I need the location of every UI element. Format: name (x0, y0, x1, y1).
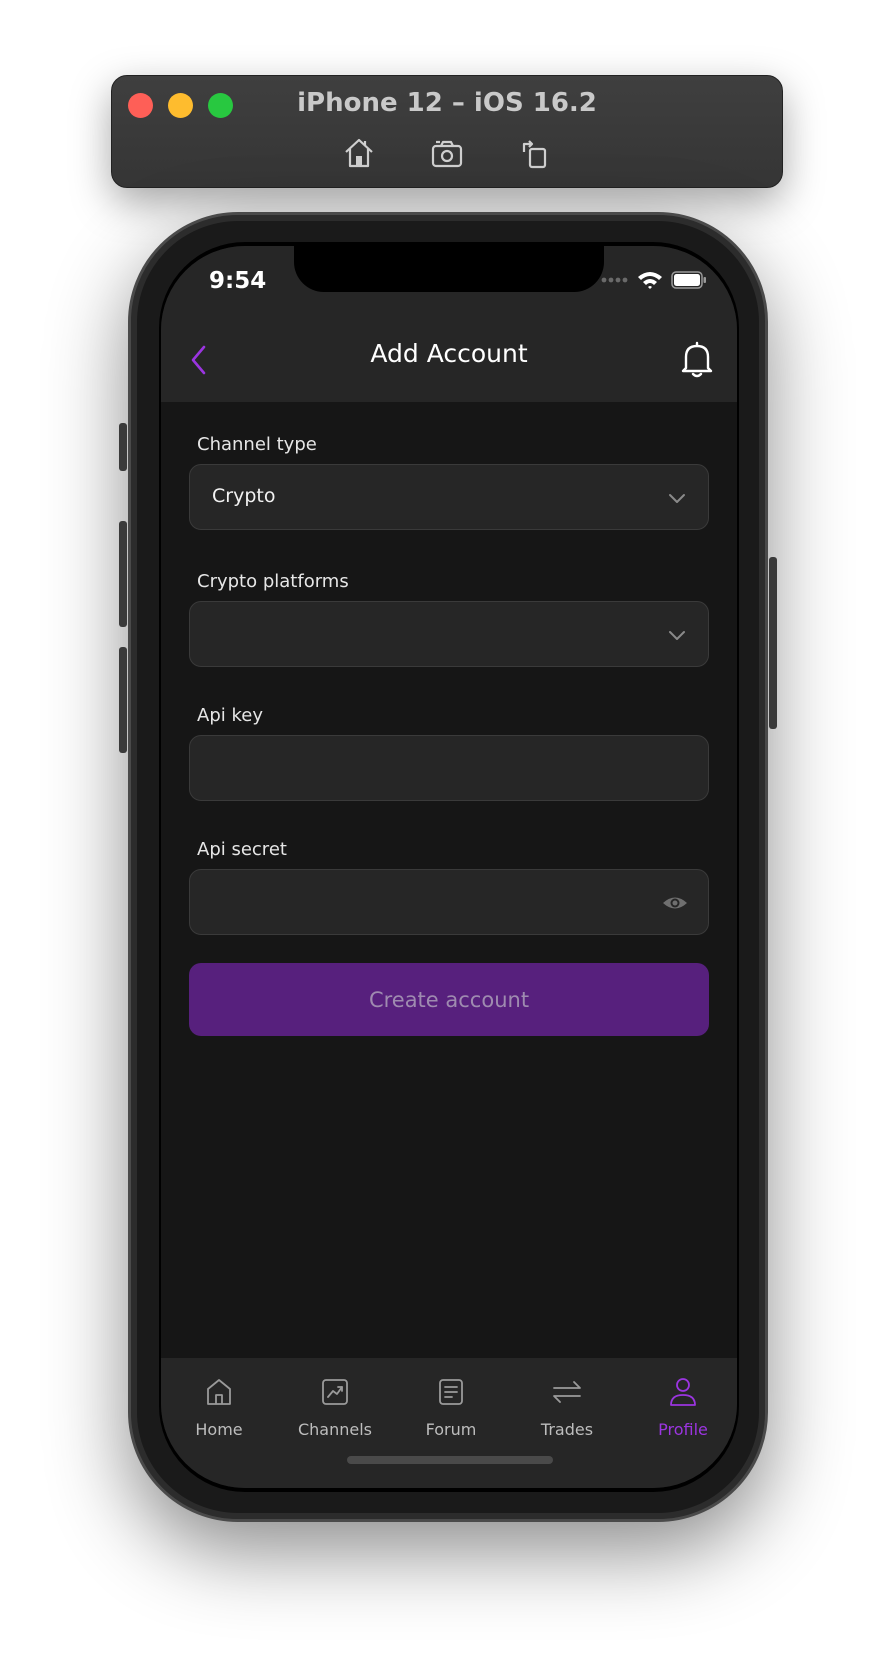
phone-bezel: 9:54 Add Account Channel type Crypto Cry… (159, 242, 739, 1492)
tab-label: Profile (658, 1420, 708, 1439)
home-icon (207, 1379, 231, 1405)
simulator-toolbar (112, 134, 782, 172)
tab-profile[interactable]: Profile (625, 1376, 737, 1456)
tab-label: Trades (540, 1420, 594, 1439)
crypto-platforms-select[interactable] (189, 601, 709, 667)
rotate-icon (522, 140, 547, 169)
volume-down-button (119, 647, 127, 753)
volume-up-button (119, 521, 127, 627)
tab-home[interactable]: Home (161, 1376, 277, 1456)
status-icons (601, 270, 707, 290)
tab-trades[interactable]: Trades (509, 1376, 625, 1456)
home-icon (345, 138, 373, 168)
api-secret-input[interactable] (189, 869, 709, 935)
app-screen: 9:54 Add Account Channel type Crypto Cry… (161, 246, 737, 1488)
tab-label: Home (195, 1420, 243, 1439)
channel-type-value: Crypto (212, 485, 276, 507)
tab-forum[interactable]: Forum (393, 1376, 509, 1456)
chart-icon (322, 1379, 348, 1405)
mute-switch (119, 423, 127, 471)
api-secret-label: Api secret (197, 839, 287, 860)
channel-type-select[interactable]: Crypto (189, 464, 709, 530)
channel-type-label: Channel type (197, 434, 317, 455)
phone-frame: 9:54 Add Account Channel type Crypto Cry… (119, 212, 777, 1522)
document-icon (439, 1379, 463, 1405)
notifications-button[interactable] (675, 335, 719, 383)
screenshot-icon (431, 140, 463, 168)
signal-dots-icon (601, 277, 628, 283)
bell-icon (681, 341, 713, 378)
tab-label: Channels (297, 1420, 373, 1439)
eye-icon[interactable] (662, 890, 688, 916)
simulator-title: iPhone 12 – iOS 16.2 (297, 88, 597, 118)
nav-bar: Add Account (161, 321, 737, 402)
create-account-button[interactable]: Create account (189, 963, 709, 1036)
chevron-down-icon (669, 631, 685, 640)
crypto-platforms-label: Crypto platforms (197, 571, 349, 592)
simulator-rotate-button[interactable] (511, 134, 559, 172)
status-time: 9:54 (209, 268, 267, 294)
battery-icon (671, 271, 706, 289)
api-key-label: Api key (197, 705, 263, 726)
simulator-home-button[interactable] (335, 134, 383, 172)
tab-bar: Home Channels Forum Trades Profile (161, 1358, 737, 1488)
api-key-input[interactable] (189, 735, 709, 801)
user-icon (670, 1378, 696, 1406)
simulator-titlebar: iPhone 12 – iOS 16.2 (111, 75, 783, 188)
wifi-icon (638, 272, 662, 289)
page-title: Add Account (370, 339, 528, 368)
tab-channels[interactable]: Channels (277, 1376, 393, 1456)
home-indicator[interactable] (347, 1456, 553, 1464)
power-button (769, 557, 777, 729)
swap-icon (553, 1381, 581, 1403)
notch (294, 246, 604, 292)
simulator-screenshot-button[interactable] (423, 134, 471, 172)
tab-label: Forum (425, 1420, 477, 1439)
chevron-down-icon (669, 494, 685, 503)
